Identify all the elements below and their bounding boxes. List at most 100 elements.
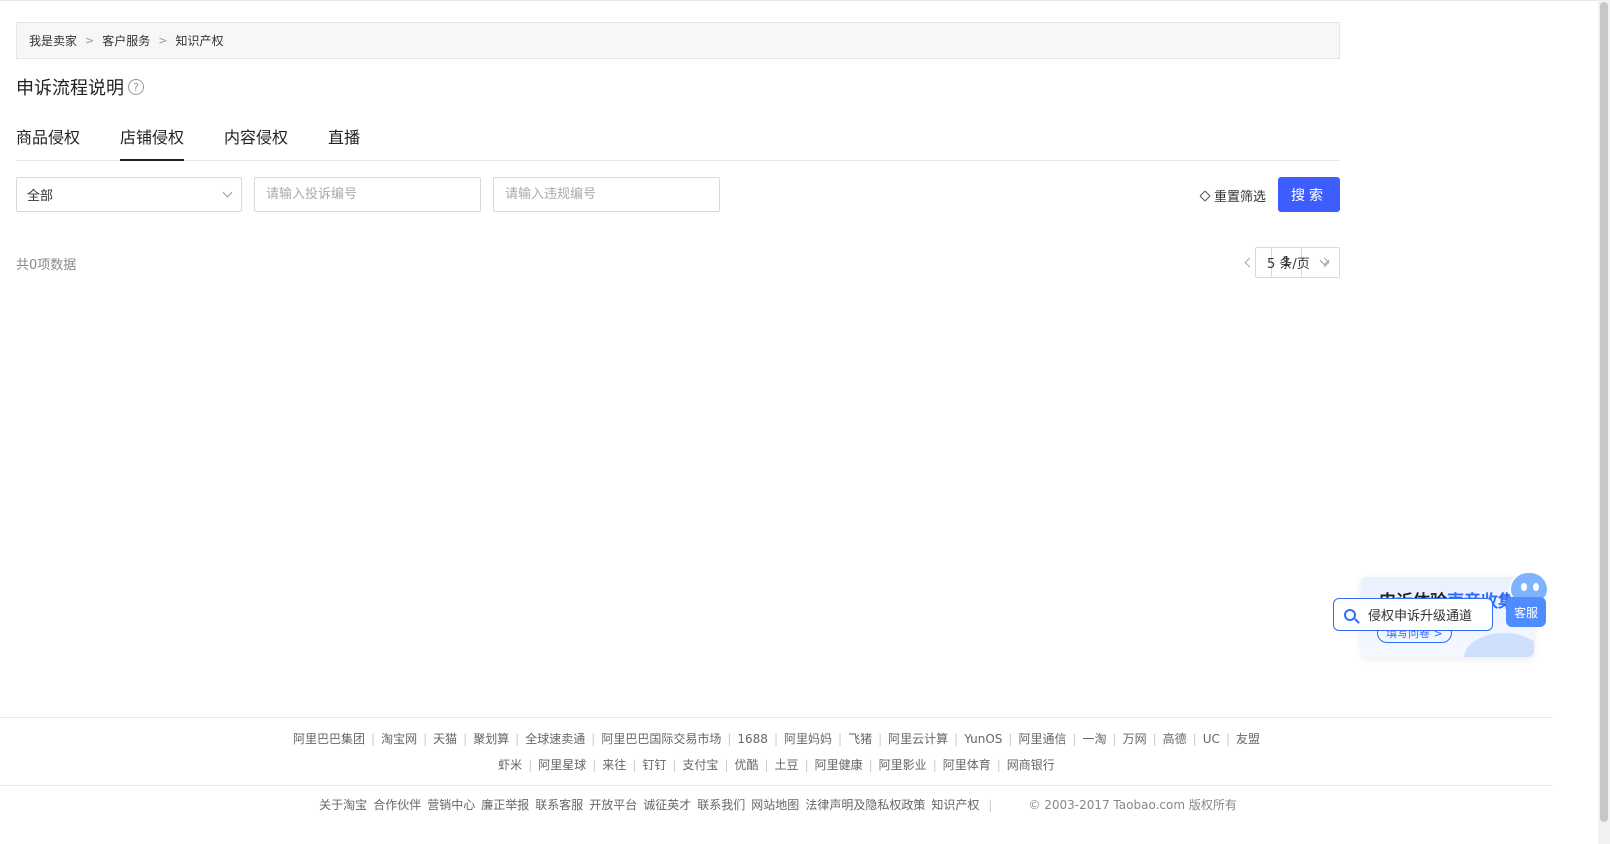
footer-link[interactable]: 知识产权 (931, 798, 979, 812)
footer-separator: | (954, 732, 959, 746)
footer-link[interactable]: 万网 (1123, 732, 1147, 746)
footer-link[interactable]: 网商银行 (1007, 758, 1055, 772)
footer-link[interactable]: 阿里体育 (943, 758, 991, 772)
footer-link[interactable]: 廉正举报 (481, 798, 529, 812)
footer-separator: | (773, 732, 778, 746)
chevron-left-icon (1244, 257, 1254, 268)
violation-number-input[interactable] (493, 177, 720, 212)
escalation-channel-search[interactable]: 侵权申诉升级通道 (1333, 598, 1493, 631)
breadcrumb-separator: > (158, 34, 168, 47)
footer-separator: | (764, 758, 769, 772)
page-size-select[interactable]: 5 条/页 (1255, 247, 1340, 278)
top-border (0, 0, 1610, 3)
tab-live[interactable]: 直播 (328, 118, 360, 161)
footer-link[interactable]: YunOS (964, 732, 1002, 746)
footer-link[interactable]: 网站地图 (751, 798, 799, 812)
footer-separator: | (592, 758, 597, 772)
footer-link[interactable]: 虾米 (498, 758, 522, 772)
reset-filter-button[interactable]: 重置筛选 (1199, 186, 1266, 205)
footer-link[interactable]: 聚划算 (473, 732, 509, 746)
footer-separator: | (1008, 732, 1013, 746)
footer-link[interactable]: 钉钉 (642, 758, 666, 772)
help-icon[interactable]: ? (128, 79, 144, 95)
footer-link[interactable]: 开放平台 (589, 798, 637, 812)
footer-link[interactable]: 联系客服 (535, 798, 583, 812)
page-size-value: 5 条/页 (1267, 257, 1310, 272)
footer-separator: | (804, 758, 809, 772)
footer-link[interactable]: 诚征英才 (643, 798, 691, 812)
footer-separator: | (591, 732, 596, 746)
footer-separator: | (672, 758, 677, 772)
footer-link[interactable]: 阿里云计算 (888, 732, 948, 746)
footer-link[interactable]: 阿里巴巴国际交易市场 (601, 732, 721, 746)
footer-links-group: 阿里巴巴集团 | 淘宝网 | 天猫 | 聚划算 | 全球速卖通 | 阿里巴巴国际交易市场 | 1688 |… (0, 730, 1553, 747)
search-button[interactable]: 搜索 (1278, 177, 1340, 212)
decor-shape (1464, 633, 1534, 657)
breadcrumb: 我是卖家 > 客户服务 > 知识产权 (16, 22, 1340, 59)
footer-link[interactable]: 天猫 (433, 732, 457, 746)
reset-filter-label: 重置筛选 (1213, 190, 1266, 205)
footer-separator: | (1152, 732, 1157, 746)
footer-link[interactable]: 支付宝 (682, 758, 718, 772)
footer-link[interactable]: 土豆 (775, 758, 799, 772)
tab-content-infringement[interactable]: 内容侵权 (224, 118, 288, 161)
footer-separator: | (423, 732, 428, 746)
type-select-value: 全部 (27, 189, 54, 204)
mascot-eye (1521, 583, 1527, 591)
total-count: 共0项数据 (16, 258, 77, 273)
footer-link[interactable]: 高德 (1163, 732, 1187, 746)
footer-separator: | (1192, 732, 1197, 746)
page-title[interactable]: 申诉流程说明 (16, 74, 124, 100)
footer-link[interactable]: UC (1203, 732, 1220, 746)
complaint-number-input[interactable] (254, 177, 481, 212)
footer-link[interactable]: 友盟 (1236, 732, 1260, 746)
footer-divider (0, 785, 1553, 786)
footer-link[interactable]: 法律声明及隐私权政策 (805, 798, 925, 812)
footer-link[interactable]: 营销中心 (427, 798, 475, 812)
type-select[interactable]: 全部 (16, 177, 242, 212)
footer-link[interactable]: 优酷 (734, 758, 758, 772)
footer-link[interactable]: 全球速卖通 (525, 732, 585, 746)
footer-link[interactable]: 来往 (602, 758, 626, 772)
footer-separator: | (838, 732, 843, 746)
breadcrumb-separator: > (85, 34, 95, 47)
footer-link[interactable]: 合作伙伴 (373, 798, 421, 812)
tab-product-infringement[interactable]: 商品侵权 (16, 118, 80, 161)
footer-separator: | (932, 758, 937, 772)
footer-separator: | (632, 758, 637, 772)
breadcrumb-item-ip[interactable]: 知识产权 (175, 32, 223, 49)
footer-link[interactable]: 阿里影业 (879, 758, 927, 772)
eraser-icon (1199, 189, 1211, 202)
chevron-down-icon (1319, 255, 1330, 266)
footer-link[interactable]: 阿里星球 (538, 758, 586, 772)
tab-bar: 商品侵权 店铺侵权 内容侵权 直播 (16, 118, 1340, 161)
tab-store-infringement[interactable]: 店铺侵权 (120, 118, 185, 161)
footer-separator: | (996, 758, 1001, 772)
footer-separator: | (724, 758, 729, 772)
breadcrumb-item-customer-service[interactable]: 客户服务 (102, 32, 150, 49)
footer-link[interactable]: 1688 (737, 732, 768, 746)
page-title-row: 申诉流程说明 ? (16, 74, 144, 100)
footer: 阿里巴巴集团 | 淘宝网 | 天猫 | 聚划算 | 全球速卖通 | 阿里巴巴国际交易市场 | 1688 |… (0, 717, 1553, 844)
customer-service-label: 客服 (1506, 597, 1546, 627)
footer-link[interactable]: 联系我们 (697, 798, 745, 812)
footer-link[interactable]: 淘宝网 (381, 732, 417, 746)
vertical-scrollbar[interactable] (1598, 0, 1610, 844)
footer-separator: | (1112, 732, 1117, 746)
filter-bar: 全部 重置筛选 搜索 (16, 177, 1340, 212)
footer-separator: | (515, 732, 520, 746)
footer-link[interactable]: 阿里妈妈 (784, 732, 832, 746)
copyright-text: © 2003-2017 Taobao.com 版权所有 (1028, 798, 1237, 812)
footer-link[interactable]: 一淘 (1083, 732, 1107, 746)
breadcrumb-item-seller[interactable]: 我是卖家 (29, 32, 77, 49)
footer-separator: | (988, 798, 993, 812)
footer-separator: | (1225, 732, 1230, 746)
scrollbar-thumb[interactable] (1600, 2, 1608, 822)
footer-separator: | (727, 732, 732, 746)
footer-link[interactable]: 阿里巴巴集团 (293, 732, 365, 746)
footer-link[interactable]: 阿里健康 (815, 758, 863, 772)
customer-service-button[interactable]: 客服 (1506, 571, 1549, 629)
footer-link[interactable]: 阿里通信 (1018, 732, 1066, 746)
footer-link[interactable]: 关于淘宝 (319, 798, 367, 812)
footer-link[interactable]: 飞猪 (848, 732, 872, 746)
